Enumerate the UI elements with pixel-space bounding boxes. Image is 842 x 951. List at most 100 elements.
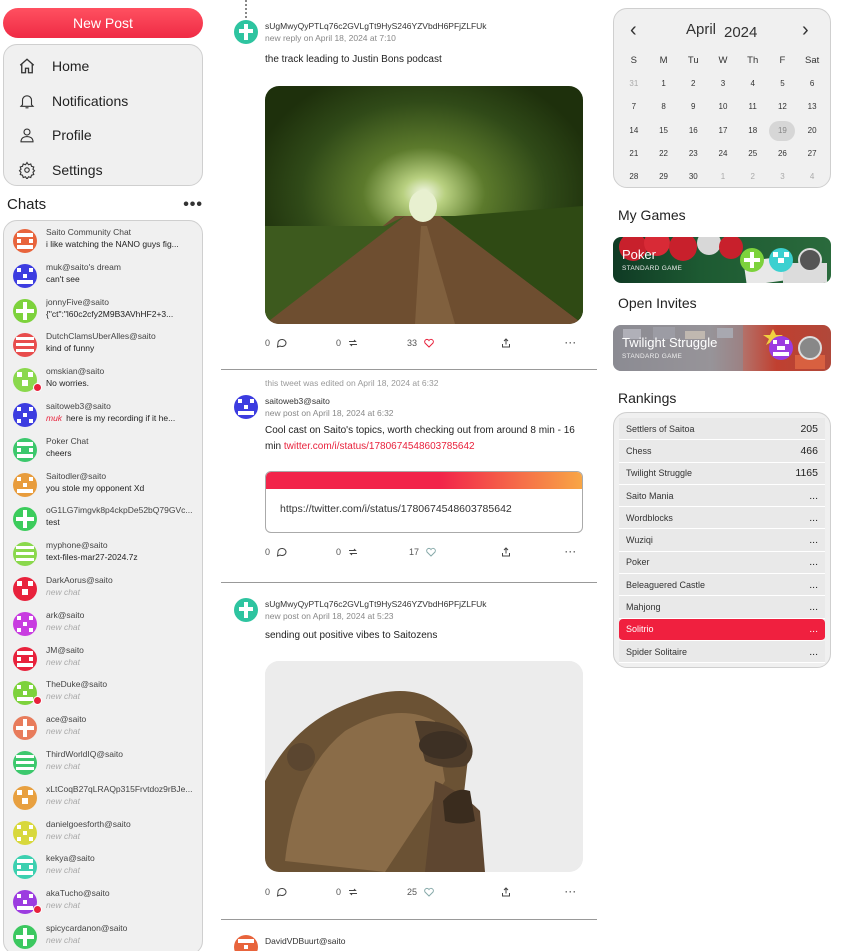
calendar-day[interactable]: 12 — [768, 97, 798, 120]
invite-card-twilight-struggle[interactable]: Twilight Struggle STANDARD GAME — [613, 325, 831, 371]
calendar-day[interactable]: 18 — [738, 121, 768, 144]
like-button[interactable]: 25 — [407, 886, 435, 898]
chat-item[interactable]: ark@saito new chat — [4, 610, 202, 645]
post-more-button[interactable]: ··· — [565, 547, 577, 557]
chat-item[interactable]: jonnyFive@saito {"ct":"l60c2cfy2M9B3AVhHF… — [4, 297, 202, 332]
chat-item[interactable]: Poker Chat cheers — [4, 436, 202, 471]
calendar-day[interactable]: 13 — [797, 97, 827, 120]
nav-profile[interactable]: Profile — [4, 118, 202, 153]
post-author[interactable]: DavidVDBuurt@saito — [265, 935, 345, 947]
post[interactable]: DavidVDBuurt@saito — [221, 935, 597, 951]
comment-button[interactable]: 0 — [265, 886, 288, 898]
ranking-row[interactable]: Poker... — [619, 551, 825, 575]
comment-button[interactable]: 0 — [265, 337, 288, 349]
avatar[interactable] — [234, 935, 258, 951]
calendar-day[interactable]: 21 — [619, 144, 649, 167]
post[interactable]: this tweet was edited on April 18, 2024 … — [221, 378, 597, 559]
retweet-button[interactable]: 0 — [336, 337, 359, 349]
ranking-row[interactable]: Spider Solitaire... — [619, 640, 825, 664]
chat-item[interactable]: saitoweb3@saito muk here is my recording i… — [4, 401, 202, 436]
post-image[interactable] — [265, 661, 583, 872]
calendar-day[interactable]: 30 — [678, 167, 708, 190]
calendar-day[interactable]: 1 — [649, 74, 679, 97]
calendar-day[interactable]: 20 — [797, 121, 827, 144]
calendar-day[interactable]: 28 — [619, 167, 649, 190]
calendar-day[interactable]: 29 — [649, 167, 679, 190]
ranking-row[interactable]: Settlers of Saitoa 205 — [619, 418, 825, 441]
share-button[interactable] — [500, 546, 512, 558]
chat-item[interactable]: ace@saito new chat — [4, 714, 202, 749]
chat-item[interactable]: oG1LG7imgvk8p4ckpDe52bQ79GVc... test — [4, 505, 202, 540]
calendar-day[interactable]: 31 — [619, 74, 649, 97]
chat-item[interactable]: kekya@saito new chat — [4, 853, 202, 888]
calendar-day[interactable]: 23 — [678, 144, 708, 167]
chat-item[interactable]: spicycardanon@saito new chat — [4, 923, 202, 951]
avatar[interactable] — [234, 20, 258, 44]
post-image[interactable] — [265, 86, 583, 324]
post[interactable]: sUgMwyQyPTLq76c2GVLgTt9HyS246YZVbdH6PFjZ… — [221, 20, 597, 350]
chat-item[interactable]: akaTucho@saito new chat — [4, 888, 202, 923]
calendar-day[interactable]: 9 — [678, 97, 708, 120]
link-preview-card[interactable]: https://twitter.com/i/status/17806745486… — [265, 471, 583, 533]
calendar-day[interactable]: 2 — [738, 167, 768, 190]
calendar-day[interactable]: 6 — [797, 74, 827, 97]
calendar-day[interactable]: 11 — [738, 97, 768, 120]
chat-item[interactable]: omskian@saito No worries. — [4, 366, 202, 401]
calendar-day[interactable]: 8 — [649, 97, 679, 120]
calendar-day[interactable]: 24 — [708, 144, 738, 167]
retweet-button[interactable]: 0 — [336, 886, 359, 898]
nav-settings[interactable]: Settings — [4, 153, 202, 188]
chat-item[interactable]: Saito Community Chat i like watching the … — [4, 227, 202, 262]
ranking-row[interactable]: Saito Mania... — [619, 484, 825, 508]
calendar-day[interactable]: 1 — [708, 167, 738, 190]
post-author[interactable]: saitoweb3@saito — [265, 395, 394, 407]
chat-item[interactable]: JM@saito new chat — [4, 645, 202, 680]
like-button[interactable]: 33 — [407, 337, 435, 349]
post-more-button[interactable]: ··· — [565, 887, 577, 897]
comment-button[interactable]: 0 — [265, 546, 288, 558]
chat-item[interactable]: xLtCoqB27qLRAQp315Frvtdoz9rBJe... new cha… — [4, 784, 202, 819]
calendar-next-button[interactable]: › — [802, 19, 809, 41]
calendar-day[interactable]: 4 — [738, 74, 768, 97]
ranking-row[interactable]: Chess 466 — [619, 440, 825, 463]
post[interactable]: sUgMwyQyPTLq76c2GVLgTt9HyS246YZVbdH6PFjZ… — [221, 598, 597, 899]
chat-item[interactable]: TheDuke@saito new chat — [4, 679, 202, 714]
chat-item[interactable]: DutchClamsUberAlles@saito kind of funny — [4, 331, 202, 366]
calendar-day[interactable]: 7 — [619, 97, 649, 120]
calendar-day[interactable]: 5 — [768, 74, 798, 97]
calendar-day[interactable]: 4 — [797, 167, 827, 190]
chat-item[interactable]: myphone@saito text-files-mar27-2024.7z — [4, 540, 202, 575]
chat-item[interactable]: Saitodler@saito you stole my opponent Xd — [4, 471, 202, 506]
new-post-button[interactable]: New Post — [3, 8, 203, 38]
avatar[interactable] — [234, 598, 258, 622]
calendar-day[interactable]: 25 — [738, 144, 768, 167]
calendar-day[interactable]: 22 — [649, 144, 679, 167]
ranking-row[interactable]: Twilight Struggle 1165 — [619, 462, 825, 485]
chat-item[interactable]: danielgoesforth@saito new chat — [4, 819, 202, 854]
nav-notifications[interactable]: Notifications — [4, 84, 202, 119]
ranking-row[interactable]: Solitrio... — [619, 618, 825, 641]
nav-home[interactable]: Home — [4, 49, 202, 84]
calendar-day[interactable]: 3 — [768, 167, 798, 190]
calendar-day[interactable]: 17 — [708, 121, 738, 144]
calendar-prev-button[interactable]: ‹ — [630, 19, 637, 41]
avatar[interactable] — [234, 395, 258, 419]
calendar-day[interactable]: 14 — [619, 121, 649, 144]
post-author[interactable]: sUgMwyQyPTLq76c2GVLgTt9HyS246YZVbdH6PFjZ… — [265, 598, 487, 610]
my-game-card-poker[interactable]: Poker STANDARD GAME — [613, 237, 831, 283]
ranking-row[interactable]: Wuziqi... — [619, 529, 825, 552]
post-author[interactable]: sUgMwyQyPTLq76c2GVLgTt9HyS246YZVbdH6PFjZ… — [265, 20, 487, 32]
chat-item[interactable]: DarkAorus@saito new chat — [4, 575, 202, 610]
calendar-day[interactable]: 16 — [678, 121, 708, 144]
ranking-row[interactable]: Beleaguered Castle... — [619, 574, 825, 597]
share-button[interactable] — [500, 886, 512, 898]
ranking-row[interactable]: Wordblocks... — [619, 507, 825, 530]
post-more-button[interactable]: ··· — [565, 338, 577, 348]
calendar-day[interactable]: 3 — [708, 74, 738, 97]
post-link[interactable]: twitter.com/i/status/1780674548603785642 — [284, 441, 475, 452]
chat-item[interactable]: muk@saito's dream can't see — [4, 262, 202, 297]
share-button[interactable] — [500, 337, 512, 349]
calendar-day-today[interactable]: 19 — [768, 120, 798, 144]
like-button[interactable]: 17 — [409, 546, 437, 558]
calendar-day[interactable]: 2 — [678, 74, 708, 97]
